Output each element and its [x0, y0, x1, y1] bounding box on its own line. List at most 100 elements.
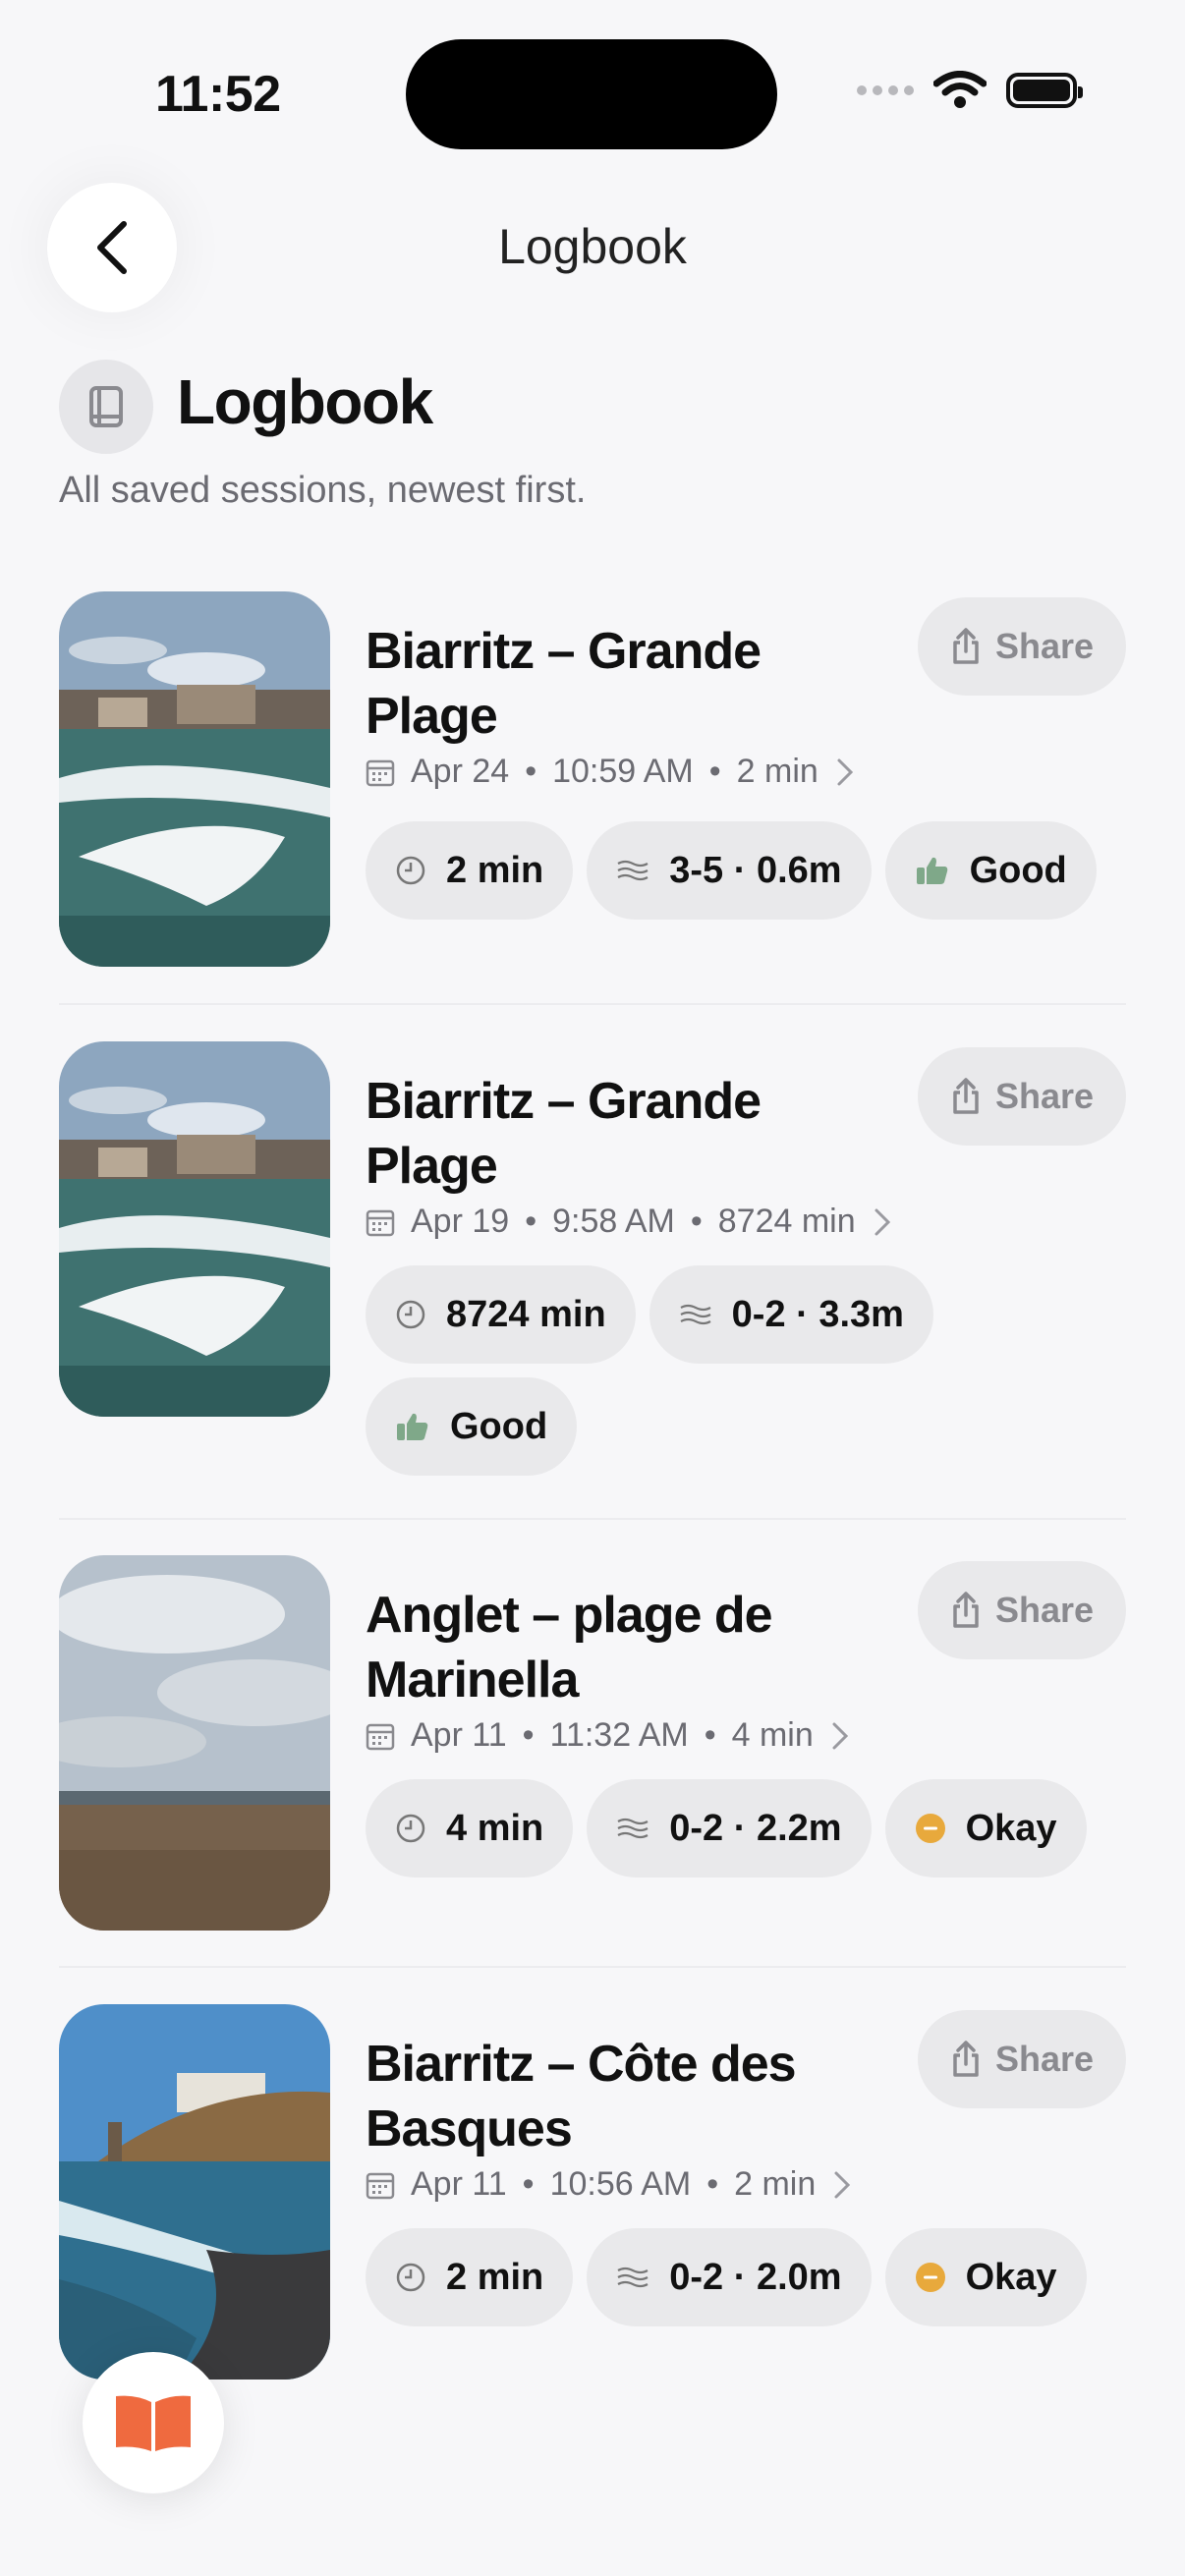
session-title: Biarritz – Grande Plage: [366, 623, 762, 745]
calendar-icon: [366, 2172, 395, 2199]
duration-value: 4 min: [446, 1807, 544, 1849]
session-time: 9:58 AM: [552, 1203, 675, 1240]
session-date: Apr 11: [411, 1716, 507, 1754]
session-photo: [59, 1555, 330, 1931]
chip-row: 4 min 0-2 · 2.2m Okay: [366, 1779, 1132, 1877]
session-meta: Apr 24 • 10:59 AM • 2 min: [366, 753, 856, 791]
session-date: Apr 19: [411, 1203, 510, 1240]
session-card[interactable]: Biarritz – Côte des Basques Share Apr 11…: [59, 2004, 1126, 2380]
chevron-right-icon: [832, 1722, 848, 1749]
clock-icon: [396, 2263, 425, 2292]
share-label: Share: [994, 626, 1095, 666]
wave-chip: 0-2 · 2.0m: [587, 2228, 872, 2326]
rating-chip: Good: [366, 1377, 578, 1476]
separator: •: [704, 1716, 716, 1754]
share-button[interactable]: Share: [918, 597, 1126, 696]
logbook-fab-button[interactable]: [83, 2352, 224, 2493]
duration-chip: 2 min: [366, 821, 574, 920]
clock-icon: [396, 856, 425, 885]
rating-chip: Okay: [884, 2228, 1087, 2326]
session-duration: 2 min: [736, 753, 818, 790]
session-meta: Apr 19 • 9:58 AM • 8724 min: [366, 1203, 893, 1241]
share-button[interactable]: Share: [918, 1561, 1126, 1659]
nav-title: Logbook: [498, 219, 687, 274]
chip-row: 2 min 3-5 · 0.6m Good: [366, 821, 1132, 920]
duration-value: 2 min: [446, 2256, 544, 2298]
session-card[interactable]: Biarritz – Grande Plage Share Apr 19 • 9…: [59, 1041, 1126, 1478]
waves-icon: [617, 860, 649, 881]
share-button[interactable]: Share: [918, 1047, 1126, 1146]
chevron-right-icon: [875, 1208, 890, 1235]
rating-value: Okay: [965, 2256, 1057, 2298]
session-date: Apr 24: [411, 753, 510, 790]
waves-icon: [617, 2267, 649, 2288]
neutral-icon: [915, 2263, 945, 2292]
share-icon: [953, 628, 979, 664]
share-label: Share: [994, 1590, 1095, 1630]
session-duration: 8724 min: [717, 1203, 856, 1240]
session-meta: Apr 11 • 11:32 AM • 4 min: [366, 1716, 851, 1755]
wave-value: 0-2 · 2.0m: [669, 2256, 842, 2298]
signal-icon: [857, 85, 914, 95]
wave-chip: 0-2 · 2.2m: [587, 1779, 872, 1877]
session-time: 10:56 AM: [549, 2165, 692, 2203]
rating-value: Good: [450, 1405, 548, 1447]
session-duration: 4 min: [731, 1716, 814, 1754]
session-card[interactable]: Biarritz – Grande Plage Share Apr 24 • 1…: [59, 591, 1126, 967]
share-button[interactable]: Share: [918, 2010, 1126, 2108]
separator: •: [708, 753, 721, 790]
calendar-icon: [366, 1723, 395, 1750]
wave-value: 0-2 · 2.2m: [669, 1807, 842, 1849]
thumbs-up-icon: [916, 857, 947, 884]
duration-chip: 4 min: [366, 1779, 574, 1877]
waves-icon: [680, 1304, 711, 1325]
thumbs-up-icon: [397, 1413, 428, 1440]
share-label: Share: [994, 1076, 1095, 1116]
share-icon: [953, 1592, 979, 1628]
share-icon: [953, 2041, 979, 2077]
wave-value: 0-2 · 3.3m: [731, 1293, 904, 1335]
share-label: Share: [994, 2039, 1095, 2079]
session-card[interactable]: Anglet – plage de Marinella Share Apr 11…: [59, 1555, 1126, 1931]
wave-value: 3-5 · 0.6m: [669, 849, 842, 891]
dynamic-island: [406, 39, 777, 149]
chip-row: 8724 min 0-2 · 3.3m Good: [366, 1265, 994, 1476]
divider: [59, 1003, 1126, 1005]
page-subtitle: All saved sessions, newest first.: [59, 470, 587, 511]
rating-chip: Okay: [884, 1779, 1087, 1877]
session-title: Biarritz – Côte des Basques: [366, 2036, 797, 2157]
rating-chip: Good: [884, 821, 1097, 920]
status-time: 11:52: [155, 66, 281, 123]
duration-value: 8724 min: [446, 1293, 606, 1335]
duration-value: 2 min: [446, 849, 544, 891]
battery-icon: [1006, 73, 1083, 108]
neutral-icon: [915, 1814, 945, 1843]
wave-chip: 3-5 · 0.6m: [587, 821, 872, 920]
clock-icon: [396, 1814, 425, 1843]
page-title: Logbook: [177, 366, 433, 437]
session-photo: [59, 591, 330, 967]
separator: •: [525, 753, 537, 790]
clock-icon: [396, 1300, 425, 1329]
open-book-icon: [116, 2395, 191, 2451]
separator: •: [525, 1203, 537, 1240]
session-photo: [59, 1041, 330, 1417]
duration-chip: 8724 min: [366, 1265, 636, 1364]
waves-icon: [617, 1818, 649, 1839]
divider: [59, 1966, 1126, 1968]
calendar-icon: [366, 759, 395, 786]
divider: [59, 1518, 1126, 1520]
session-duration: 2 min: [734, 2165, 817, 2203]
share-icon: [953, 1078, 979, 1114]
duration-chip: 2 min: [366, 2228, 574, 2326]
session-title: Biarritz – Grande Plage: [366, 1073, 762, 1195]
separator: •: [522, 2165, 535, 2203]
session-date: Apr 11: [411, 2165, 507, 2203]
separator: •: [690, 1203, 703, 1240]
session-photo: [59, 2004, 330, 2380]
session-meta: Apr 11 • 10:56 AM • 2 min: [366, 2165, 853, 2204]
wave-chip: 0-2 · 3.3m: [649, 1265, 933, 1364]
wifi-icon: [933, 71, 987, 108]
book-icon: [59, 360, 153, 454]
session-title: Anglet – plage de Marinella: [366, 1587, 773, 1708]
